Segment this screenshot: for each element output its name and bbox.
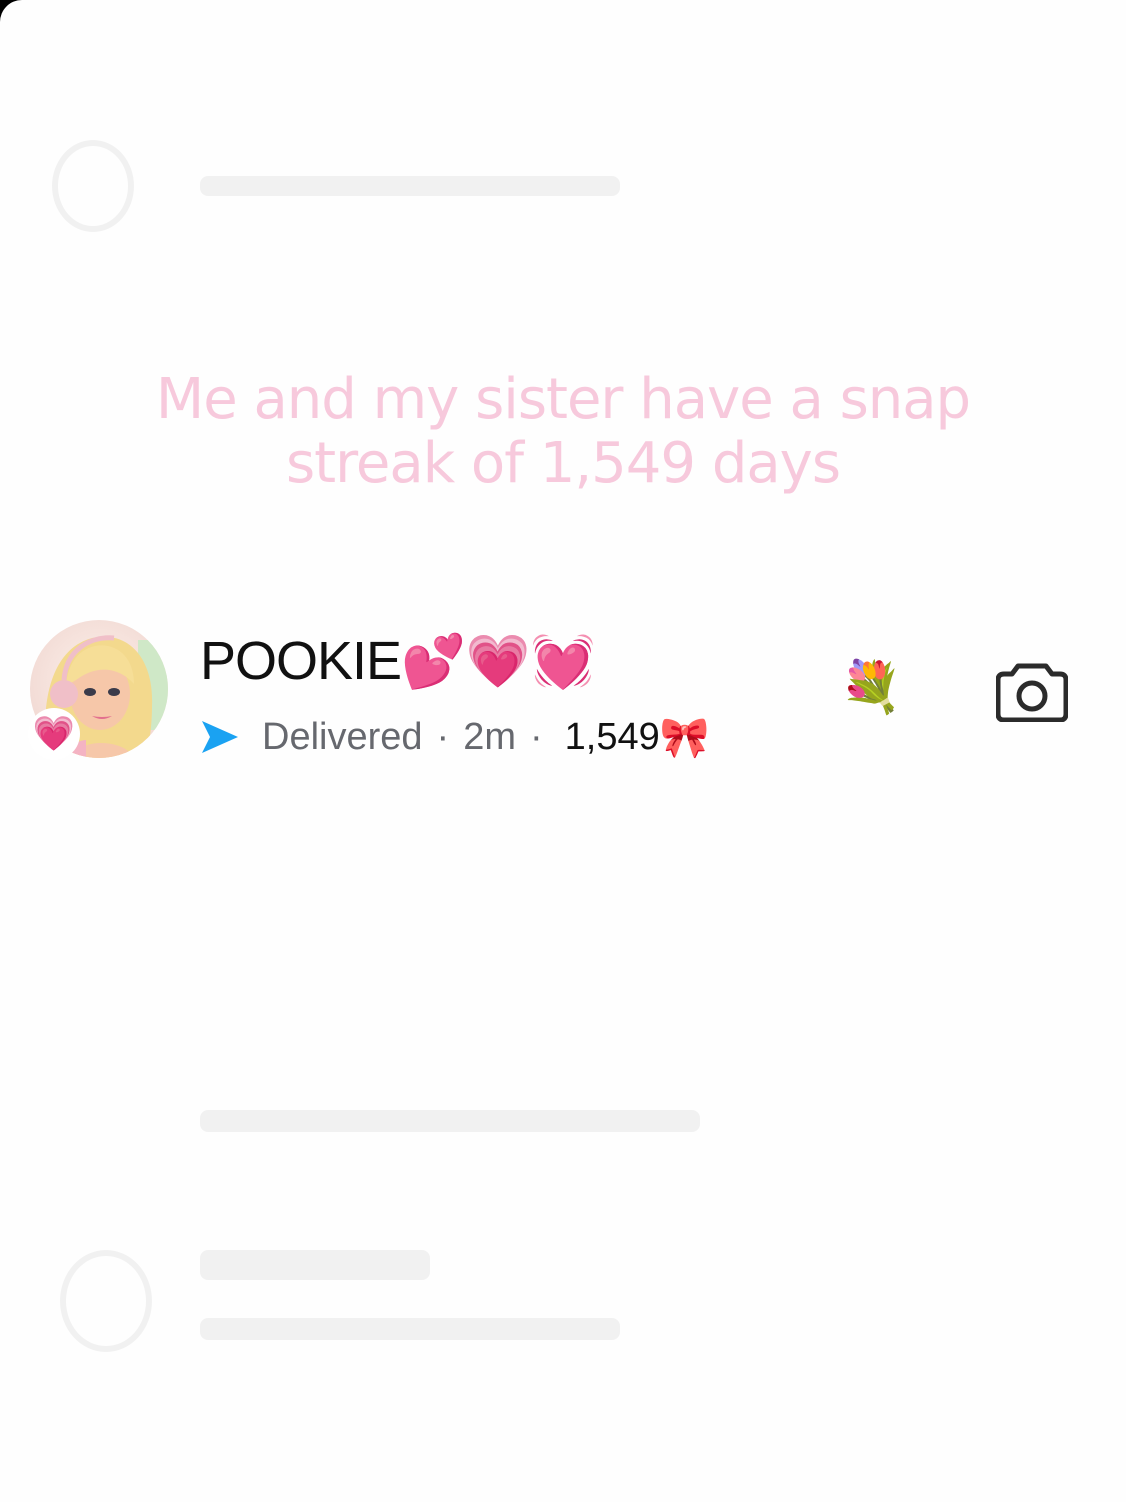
time-ago: 2m [463,715,516,758]
sent-arrow-icon [202,721,238,753]
background-bar-ghost [200,176,620,196]
contact-name-text: POOKIE [200,631,402,691]
background-bar-ghost [200,1250,430,1280]
chat-list-screen: Me and my sister have a snap streak of 1… [0,0,1126,1502]
streak-emoji: 🎀 [659,715,710,760]
background-bar-ghost [200,1318,620,1340]
background-bar-ghost [200,1110,700,1132]
chat-status-line: Delivered · 2m · 1,549 🎀 [200,712,710,762]
camera-icon[interactable] [996,660,1068,722]
separator-dot: · [529,715,543,758]
contact-name[interactable]: POOKIE💕💗💓 [200,630,595,692]
background-avatar-ghost [60,1250,152,1352]
caption-text: Me and my sister have a snap streak of 1… [155,367,971,496]
contact-name-emojis: 💕💗💓 [401,633,596,691]
separator-dot: · [436,715,450,758]
avatar-status-badge: 💗 [28,708,80,760]
friend-emoji-bouquet: 💐 [840,659,903,715]
delivery-status: Delivered [262,715,423,758]
streak-count: 1,549 [564,715,660,758]
chat-row-pookie[interactable]: 💗 POOKIE💕💗💓 Delivered · 2m · 1,549 🎀 💐 [0,612,1126,772]
background-avatar-ghost [52,140,134,232]
